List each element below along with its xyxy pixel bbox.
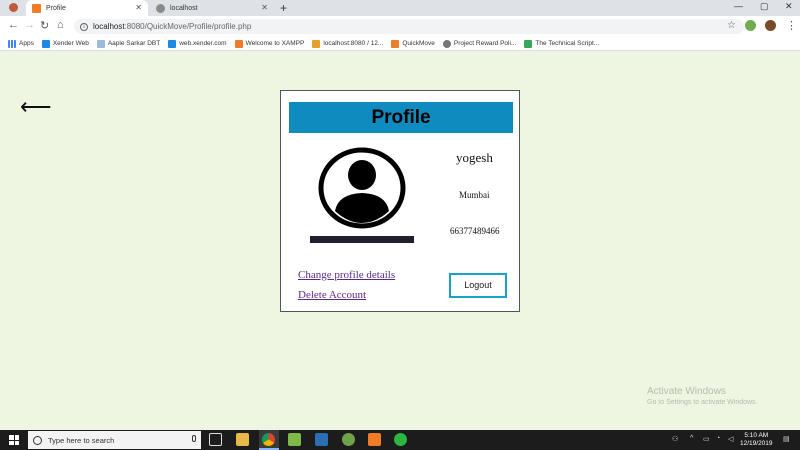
- task-view-icon[interactable]: [209, 433, 222, 446]
- bookmark-xampp[interactable]: Welcome to XAMPP: [234, 39, 304, 48]
- bookmark-quickmove[interactable]: QuickMove: [391, 39, 435, 48]
- page-content: ⟵ Profile yogesh Mumbai 66377489466 Chan…: [0, 52, 800, 430]
- whatsapp-icon[interactable]: [394, 433, 407, 446]
- close-tab-icon[interactable]: ✕: [261, 3, 268, 12]
- xampp-icon: [391, 39, 400, 48]
- tab-strip: Profile ✕ localhost ✕ + — ▢ ✕: [0, 0, 800, 16]
- bookmark-technical-script[interactable]: The Technical Script...: [524, 39, 599, 48]
- menu-icon[interactable]: ⋮: [786, 19, 797, 32]
- change-profile-link[interactable]: Change profile details: [298, 269, 395, 281]
- page-icon: [96, 39, 105, 48]
- maximize-icon[interactable]: ▢: [760, 1, 769, 12]
- bookmark-star-icon[interactable]: ☆: [727, 20, 736, 31]
- tray-chevron-icon[interactable]: ^: [690, 435, 693, 442]
- tab-title: Profile: [46, 4, 66, 12]
- file-explorer-icon[interactable]: [236, 433, 249, 446]
- activate-windows-watermark: Activate Windows Go to Settings to activ…: [647, 386, 758, 406]
- profile-title: Profile: [289, 102, 513, 133]
- network-icon[interactable]: ◔: [716, 435, 720, 442]
- user-avatar-icon: [318, 147, 406, 229]
- notifications-icon[interactable]: ▤: [783, 435, 790, 443]
- tab-title: localhost: [170, 4, 198, 12]
- tab-localhost[interactable]: localhost ✕: [150, 0, 274, 16]
- info-icon[interactable]: i: [80, 22, 88, 31]
- xampp-taskbar-icon[interactable]: [368, 433, 381, 446]
- minimize-icon[interactable]: —: [734, 1, 743, 11]
- windows-start-icon[interactable]: [9, 435, 19, 445]
- user-name: yogesh: [456, 150, 493, 165]
- bookmark-xender-web[interactable]: Xender Web: [41, 39, 89, 48]
- bookmark-web-xender[interactable]: web.xender.com: [168, 39, 227, 48]
- reload-icon[interactable]: ↻: [40, 19, 49, 32]
- xampp-icon: [32, 3, 41, 13]
- chrome-icon[interactable]: [262, 433, 275, 446]
- xampp-icon: [234, 39, 243, 48]
- notepad-plus-icon[interactable]: [288, 433, 301, 446]
- sublime-icon[interactable]: [315, 433, 328, 446]
- apps-grid-icon: [8, 39, 16, 48]
- bookmarks-bar: Apps Xender Web Aaple Sarkar DBT web.xen…: [0, 37, 800, 51]
- tech-icon: [524, 39, 533, 48]
- microphone-icon[interactable]: [192, 435, 196, 442]
- cortana-icon: [33, 435, 42, 445]
- xender-icon: [41, 39, 50, 48]
- profile-card: Profile yogesh Mumbai 66377489466 Change…: [280, 90, 520, 312]
- back-nav-icon[interactable]: ←: [8, 19, 19, 31]
- avatar-stock-caption: [310, 236, 414, 243]
- taskbar-clock[interactable]: 5:10 AM 12/19/2019: [740, 432, 773, 448]
- user-city: Mumbai: [459, 190, 490, 200]
- home-icon[interactable]: ⌂: [57, 19, 64, 31]
- bookmark-project-reward[interactable]: Project Reward Poli...: [442, 39, 516, 48]
- profile-avatar-icon[interactable]: [765, 20, 776, 31]
- globe-icon: [442, 39, 451, 48]
- back-arrow-icon[interactable]: ⟵: [20, 96, 52, 118]
- taskbar-search[interactable]: Type here to search: [28, 431, 201, 449]
- delete-account-link[interactable]: Delete Account: [298, 289, 366, 301]
- close-tab-icon[interactable]: ✕: [135, 3, 142, 12]
- bookmark-apps[interactable]: Apps: [8, 39, 34, 48]
- new-tab-button[interactable]: +: [280, 1, 287, 15]
- bookmark-phpmyadmin[interactable]: localhost:8080 / 12...: [312, 39, 383, 48]
- logout-button[interactable]: Logout: [449, 273, 507, 298]
- bookmark-aaple-sarkar[interactable]: Aaple Sarkar DBT: [96, 39, 160, 48]
- forward-nav-icon[interactable]: →: [24, 19, 35, 31]
- user-phone: 66377489466: [450, 226, 500, 236]
- extension-icon[interactable]: [745, 20, 756, 31]
- globe-icon: [156, 3, 165, 13]
- windows-taskbar: Type here to search ⚇ ^ ▭ ◔ ◁ 5:10 AM 12…: [0, 430, 800, 450]
- url-text[interactable]: localhost:8080/QuickMove/Profile/profile…: [93, 22, 251, 31]
- window-icon: [9, 3, 18, 12]
- volume-icon[interactable]: ◁: [728, 435, 733, 443]
- phpmyadmin-icon: [312, 39, 321, 48]
- close-window-icon[interactable]: ✕: [785, 1, 793, 12]
- android-studio-icon[interactable]: [342, 433, 355, 446]
- search-placeholder: Type here to search: [48, 435, 115, 445]
- battery-icon[interactable]: ▭: [703, 435, 710, 443]
- browser-toolbar: ← → ↻ ⌂ i localhost:8080/QuickMove/Profi…: [0, 16, 800, 37]
- xender-icon: [168, 39, 177, 48]
- address-bar[interactable]: i localhost:8080/QuickMove/Profile/profi…: [74, 19, 744, 34]
- tab-profile[interactable]: Profile ✕: [26, 0, 148, 16]
- people-icon[interactable]: ⚇: [672, 435, 678, 443]
